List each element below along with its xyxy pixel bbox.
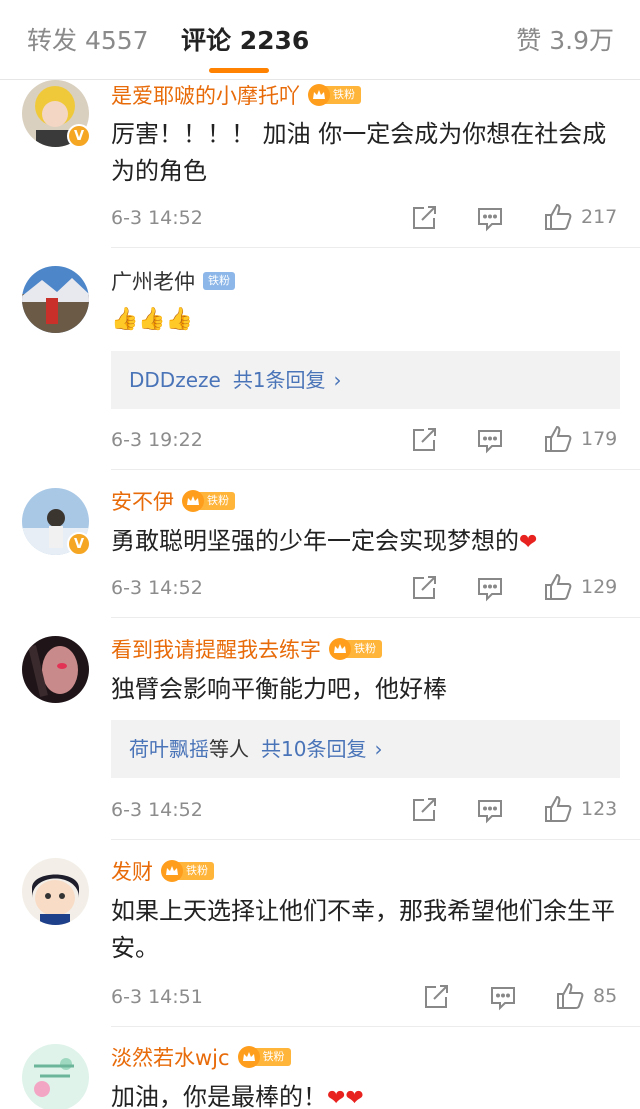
reply-user[interactable]: DDDzeze [129, 368, 221, 392]
reply-count[interactable]: 共1条回复 [233, 368, 326, 392]
comment-text: 独臂会影响平衡能力吧，他好棒 [111, 675, 447, 703]
tab-comments[interactable]: 评论 2236 [181, 26, 309, 56]
fan-badge: 铁粉 [308, 84, 361, 106]
username[interactable]: 安不伊 [111, 486, 174, 516]
comment-time: 6-3 14:51 [111, 986, 203, 1008]
comment-button[interactable] [476, 574, 504, 602]
repost-icon [413, 428, 436, 451]
fan-badge: 铁粉 [203, 270, 235, 292]
comment-text: 如果上天选择让他们不幸，那我希望他们余生平安。 [111, 897, 615, 962]
repost-button[interactable] [422, 983, 450, 1011]
reply-preview[interactable]: 荷叶飘摇等人 共10条回复 › [111, 720, 620, 778]
repost-icon [413, 798, 436, 821]
avatar[interactable] [22, 266, 89, 333]
comment-text: 厉害！！！！ 加油 你一定会成为你想在社会成为的角色 [111, 120, 607, 185]
fan-badge: 铁粉 [329, 638, 382, 660]
comment-icon [478, 430, 502, 454]
username[interactable]: 是爱耶啵的小摩托吖 [111, 80, 300, 110]
chevron-right-icon: › [374, 737, 383, 761]
like-icon [545, 425, 572, 452]
tab-likes[interactable]: 赞 3.9万 [516, 26, 614, 56]
like-button[interactable]: 123 [543, 794, 617, 824]
comment-icon [478, 578, 502, 602]
comment-time: 6-3 19:22 [111, 429, 203, 451]
tab-repost[interactable]: 转发 4557 [27, 26, 149, 56]
repost-button[interactable] [410, 796, 438, 824]
fan-badge: 铁粉 [182, 490, 235, 512]
like-button[interactable]: 129 [543, 572, 617, 602]
repost-icon [413, 576, 436, 599]
comment-text: 加油，你是最棒的！❤❤ [111, 1083, 364, 1109]
like-button[interactable]: 85 [555, 981, 617, 1011]
comment-button[interactable] [476, 426, 504, 454]
like-icon [545, 573, 572, 600]
reply-user[interactable]: 荷叶飘摇 [129, 737, 209, 761]
comment-tabs: 转发 4557 评论 2236 赞 3.9万 [0, 0, 640, 80]
fan-badge: 铁粉 [161, 860, 214, 882]
username[interactable]: 淡然若水wjc [111, 1042, 230, 1072]
heart-icon: ❤❤ [327, 1086, 364, 1109]
repost-icon [413, 206, 436, 229]
avatar[interactable] [22, 858, 89, 925]
like-button[interactable]: 179 [543, 424, 617, 454]
heart-icon: ❤ [519, 530, 538, 555]
comment-icon [491, 987, 515, 1011]
repost-button[interactable] [410, 426, 438, 454]
verified-icon: V [67, 124, 91, 148]
like-button[interactable]: 217 [543, 202, 617, 232]
chevron-right-icon: › [333, 368, 342, 392]
verified-icon: V [67, 532, 91, 556]
username[interactable]: 广州老仲 [111, 266, 195, 296]
like-icon [545, 203, 572, 230]
crown-icon [237, 1046, 260, 1068]
like-icon [557, 982, 584, 1009]
repost-button[interactable] [410, 204, 438, 232]
repost-icon [425, 985, 448, 1008]
fan-badge: 铁粉 [237, 1046, 291, 1068]
comment-time: 6-3 14:52 [111, 799, 203, 821]
crown-icon [161, 860, 183, 882]
crown-icon [329, 638, 351, 660]
reply-preview[interactable]: DDDzeze 共1条回复 › [111, 351, 620, 409]
comment-icon [478, 800, 502, 824]
like-icon [545, 795, 572, 822]
reply-count[interactable]: 共10条回复 [261, 737, 366, 761]
comment-time: 6-3 14:52 [111, 207, 203, 229]
comment-button[interactable] [476, 204, 504, 232]
avatar[interactable] [22, 636, 89, 703]
comment-button[interactable] [476, 796, 504, 824]
username[interactable]: 发财 [111, 856, 153, 886]
comment-icon [478, 208, 502, 232]
avatar[interactable] [22, 1044, 89, 1109]
crown-icon [308, 84, 330, 106]
username[interactable]: 看到我请提醒我去练字 [111, 634, 321, 664]
comment-button[interactable] [489, 983, 517, 1011]
comment-time: 6-3 14:52 [111, 577, 203, 599]
repost-button[interactable] [410, 574, 438, 602]
comment-text: 👍👍👍 [111, 307, 194, 332]
active-tab-indicator [209, 68, 269, 73]
crown-icon [182, 490, 204, 512]
comment-text: 勇敢聪明坚强的少年一定会实现梦想的❤ [111, 527, 538, 555]
